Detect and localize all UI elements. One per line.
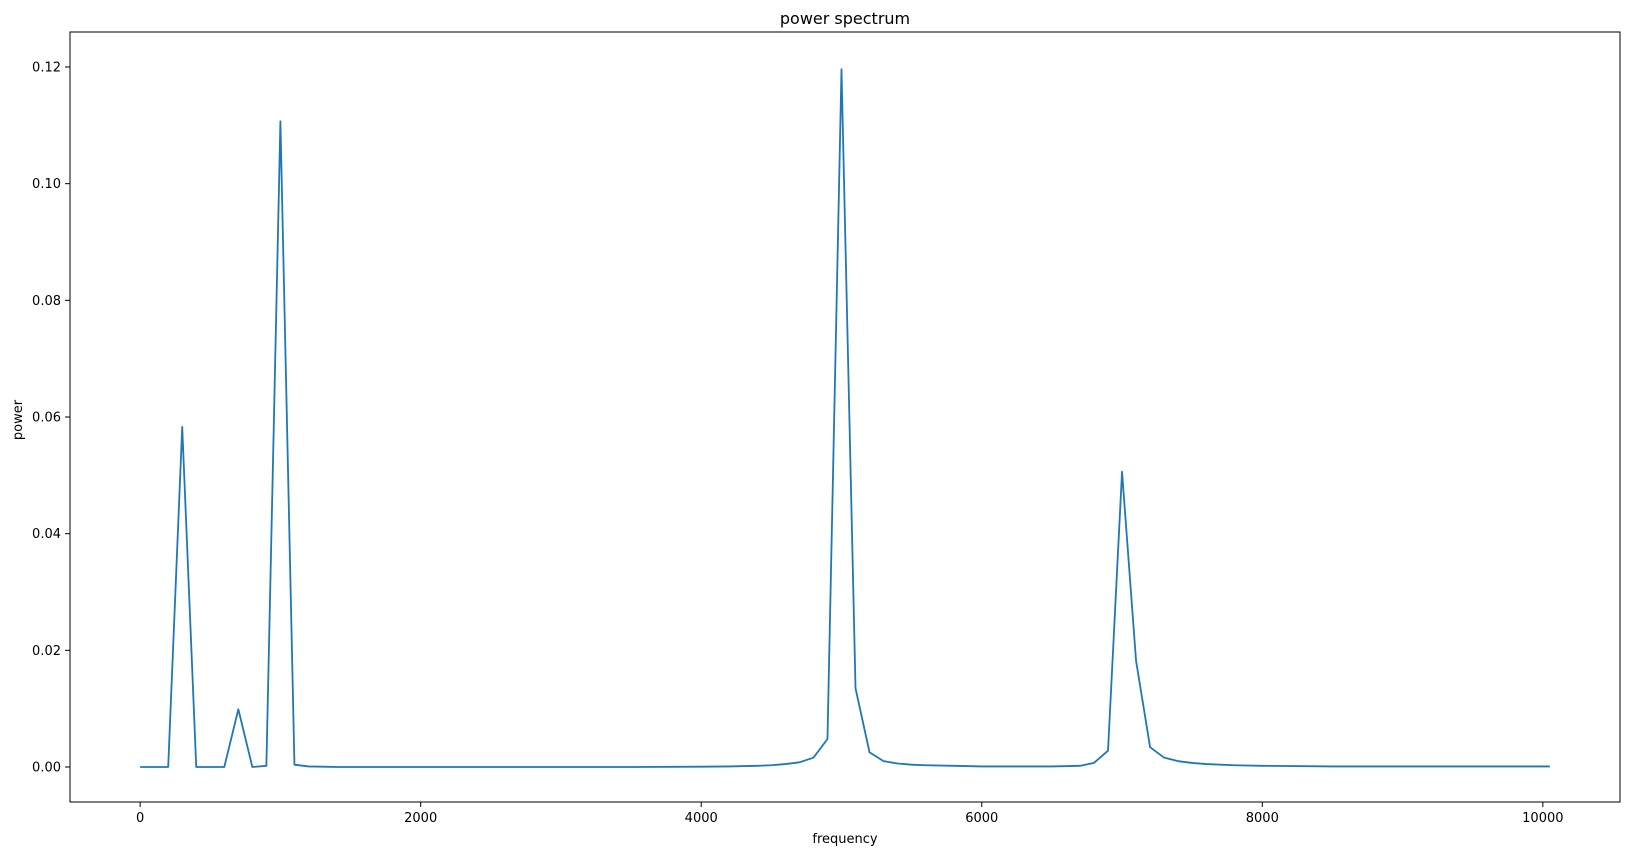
y-tick-label-5: 0.10 — [32, 177, 61, 192]
x-axis: 0 2000 4000 6000 8000 10000 — [136, 802, 1564, 826]
y-tick-label-1: 0.02 — [32, 644, 61, 659]
y-axis: 0.00 0.02 0.04 0.06 0.08 0.10 0.12 — [32, 61, 70, 776]
y-tick-label-3: 0.06 — [32, 411, 61, 426]
series-line-0 — [140, 68, 1550, 768]
plot-area — [69, 31, 1621, 803]
x-tick-label-3: 6000 — [965, 811, 998, 826]
y-tick-label-6: 0.12 — [32, 61, 61, 76]
chart-title: power spectrum — [780, 9, 910, 28]
x-axis-label: frequency — [812, 832, 878, 847]
x-tick-label-2: 4000 — [685, 811, 718, 826]
y-axis-label: power — [11, 399, 26, 440]
y-tick-label-0: 0.00 — [32, 761, 61, 776]
y-tick-label-4: 0.08 — [32, 294, 61, 309]
y-tick-label-2: 0.04 — [32, 527, 61, 542]
x-tick-label-0: 0 — [136, 811, 144, 826]
x-tick-label-5: 10000 — [1522, 811, 1563, 826]
power-spectrum-chart: power spectrum 0 2000 4000 6000 8000 10000 0.… — [11, 9, 1621, 847]
plot-frame — [69, 31, 1621, 803]
x-tick-label-1: 2000 — [404, 811, 437, 826]
x-tick-label-4: 8000 — [1246, 811, 1279, 826]
